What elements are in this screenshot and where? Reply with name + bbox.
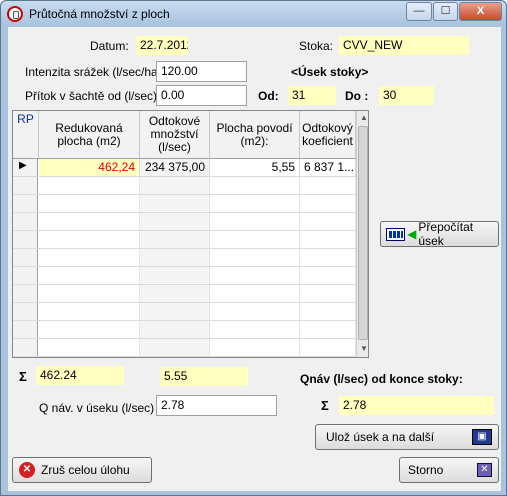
usek-label: <Úsek stoky> — [291, 65, 369, 79]
cell-discharge[interactable]: 234 375,00 — [140, 159, 210, 177]
grid-vertical-scrollbar[interactable]: ▲ ▼ — [356, 111, 368, 357]
stoka-value: CVV_NEW — [339, 36, 469, 55]
grid-col-bg — [300, 159, 356, 357]
dialog-body: Datum: 22.7.2012 Stoka: CVV_NEW Intenzit… — [8, 27, 501, 491]
reduced-area-total: 462.24 — [36, 366, 124, 385]
od-value: 31 — [288, 86, 336, 105]
grid-header-coefficient[interactable]: Odtokový koeficient — [300, 111, 356, 159]
od-label: Od: — [258, 89, 279, 103]
grid-col-bg — [39, 159, 140, 357]
grid-col-bg — [140, 159, 210, 357]
pritok-label: Přítok v šachtě od (l/sec): — [25, 89, 161, 103]
stoka-label: Stoka: — [299, 39, 334, 53]
save-next-button[interactable]: Ulož úsek a na další ▣ — [315, 424, 499, 450]
grid-empty-row — [13, 356, 356, 357]
scroll-up-icon[interactable]: ▲ — [360, 113, 368, 122]
scroll-thumb[interactable] — [358, 126, 368, 340]
minimize-button[interactable]: — — [406, 2, 432, 21]
scroll-down-icon[interactable]: ▼ — [360, 344, 368, 353]
arrow-left-icon: ◀ — [407, 227, 417, 241]
row-selector[interactable]: ▶ — [13, 159, 38, 177]
pritok-input[interactable]: 0.00 — [156, 85, 247, 106]
datum-value: 22.7.2012 — [136, 36, 188, 55]
grid-empty-row — [13, 230, 356, 231]
qnav-konec-value: 2.78 — [339, 396, 494, 415]
row-selector-empty — [13, 177, 38, 357]
grid-empty-row — [13, 194, 356, 195]
grid-empty-row — [13, 212, 356, 213]
sigma-icon: Σ — [321, 398, 329, 413]
storno-button-label: Storno — [408, 463, 444, 477]
sigma-icon: Σ — [19, 369, 27, 384]
grid-empty-row — [13, 248, 356, 249]
cell-coefficient[interactable]: 6 837 1... — [300, 159, 356, 177]
do-value: 30 — [379, 86, 434, 105]
close-button[interactable]: X — [459, 2, 502, 21]
calculator-icon — [386, 227, 406, 241]
save-icon: ▣ — [472, 429, 492, 445]
app-icon — [7, 6, 23, 22]
cancel-task-button[interactable]: ✕ Zruš celou úlohu — [12, 457, 152, 483]
intenzita-label: Intenzita srážek (l/sec/ha) — [25, 65, 162, 79]
datum-label: Datum: — [90, 39, 129, 53]
dialog-window: Průtočná množství z ploch — ☐ X Datum: 2… — [0, 0, 507, 496]
grid-empty-row — [13, 320, 356, 321]
qnav-usek-label: Q náv. v úseku (l/sec) — [39, 401, 155, 415]
grid-empty-row — [13, 302, 356, 303]
qnav-usek-value[interactable]: 2.78 — [156, 395, 277, 416]
grid-rp-header: RP — [13, 111, 39, 159]
recalc-button[interactable]: ◀ Přepočítat úsek — [380, 220, 499, 248]
areas-grid[interactable]: RP Redukovaná plocha (m2) Odtokové množstv… — [12, 110, 369, 358]
cancel-task-button-label: Zruš celou úlohu — [41, 463, 130, 477]
grid-empty-row — [13, 338, 356, 339]
cancel-icon: ✕ — [19, 462, 35, 478]
basin-area-total: 5.55 — [160, 367, 248, 386]
grid-col-bg — [210, 159, 300, 357]
cell-basin-area[interactable]: 5,55 — [210, 159, 300, 177]
qnav-konec-label: Qnáv (l/sec) od konce stoky: — [300, 372, 463, 386]
grid-empty-row — [13, 284, 356, 285]
intenzita-input[interactable]: 120.00 — [156, 61, 247, 82]
title-bar[interactable]: Průtočná množství z ploch — ☐ X — [1, 1, 506, 27]
cell-reduced-area[interactable]: 462,24 — [39, 159, 140, 177]
grid-header-basin-area[interactable]: Plocha povodí (m2): — [210, 111, 300, 159]
save-next-button-label: Ulož úsek a na další — [326, 430, 435, 444]
exit-door-icon: ✕ — [477, 463, 492, 477]
grid-header-discharge[interactable]: Odtokové množství (l/sec) — [140, 111, 210, 159]
maximize-button[interactable]: ☐ — [433, 2, 458, 21]
grid-empty-row — [13, 266, 356, 267]
window-title: Průtočná množství z ploch — [29, 7, 170, 21]
recalc-button-label: Přepočítat úsek — [418, 220, 474, 248]
storno-button[interactable]: Storno ✕ — [399, 457, 499, 483]
grid-header-reduced-area[interactable]: Redukovaná plocha (m2) — [39, 111, 140, 159]
do-label: Do : — [345, 89, 369, 103]
